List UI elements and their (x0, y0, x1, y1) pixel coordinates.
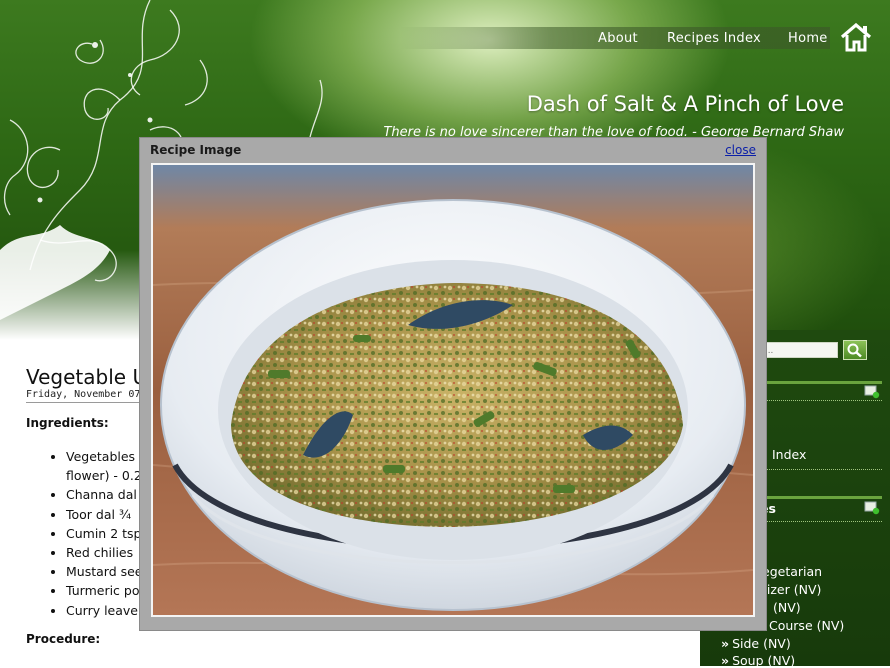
nav-about-link[interactable]: About (598, 31, 638, 46)
sidebar-dotted-divider (750, 400, 882, 401)
sidebar-label-link[interactable]: Course (NV) (769, 618, 844, 633)
recipe-photo (151, 163, 755, 617)
sidebar-label-link[interactable]: » Side (NV) (721, 636, 791, 651)
post-title[interactable]: Vegetable U (26, 365, 147, 389)
procedure-heading: Procedure: (26, 632, 101, 646)
sidebar-divider (750, 381, 882, 384)
sidebar-label-link[interactable]: (NV) (773, 600, 801, 615)
sidebar-dotted-divider (750, 521, 882, 522)
list-item: Cumin 2 tsp (66, 524, 143, 543)
recipe-photo-image (153, 165, 753, 615)
nav-recipes-index-link[interactable]: Recipes Index (667, 31, 761, 46)
list-item: Channa dal (66, 485, 143, 504)
double-chevron-icon: » (721, 636, 730, 651)
list-item: Red chilies (66, 543, 143, 562)
ingredients-list: Vegetables flower) - 0.2 Channa dal Toor… (48, 447, 143, 620)
search-icon (847, 343, 862, 358)
list-item: Turmeric po (66, 581, 143, 600)
list-item: flower) - 0.2 (66, 468, 142, 484)
search-input[interactable] (760, 342, 838, 358)
feed-icon[interactable] (864, 385, 880, 399)
list-item: Mustard see (66, 562, 143, 581)
recipe-image-modal: Recipe Image close (140, 138, 766, 630)
list-item: Vegetables (66, 447, 143, 466)
ingredients-heading: Ingredients: (26, 416, 109, 430)
site-title[interactable]: Dash of Salt & A Pinch of Love (527, 92, 844, 116)
close-link[interactable]: close (725, 143, 756, 157)
modal-title: Recipe Image (150, 143, 242, 157)
list-item: Toor dal ¾ (66, 505, 143, 524)
sidebar-label-link[interactable]: egetarian (762, 564, 822, 579)
nav-home-link[interactable]: Home (788, 31, 828, 46)
sidebar-label-link[interactable]: tizer (NV) (762, 582, 821, 597)
list-item: Curry leave (66, 601, 143, 620)
sidebar-dotted-divider (750, 469, 882, 470)
sidebar-divider (750, 496, 882, 499)
feed-icon[interactable] (864, 501, 880, 515)
sidebar-recipes-index-link[interactable]: Index (772, 447, 806, 462)
home-icon[interactable] (839, 22, 873, 52)
search-button[interactable] (843, 340, 867, 360)
